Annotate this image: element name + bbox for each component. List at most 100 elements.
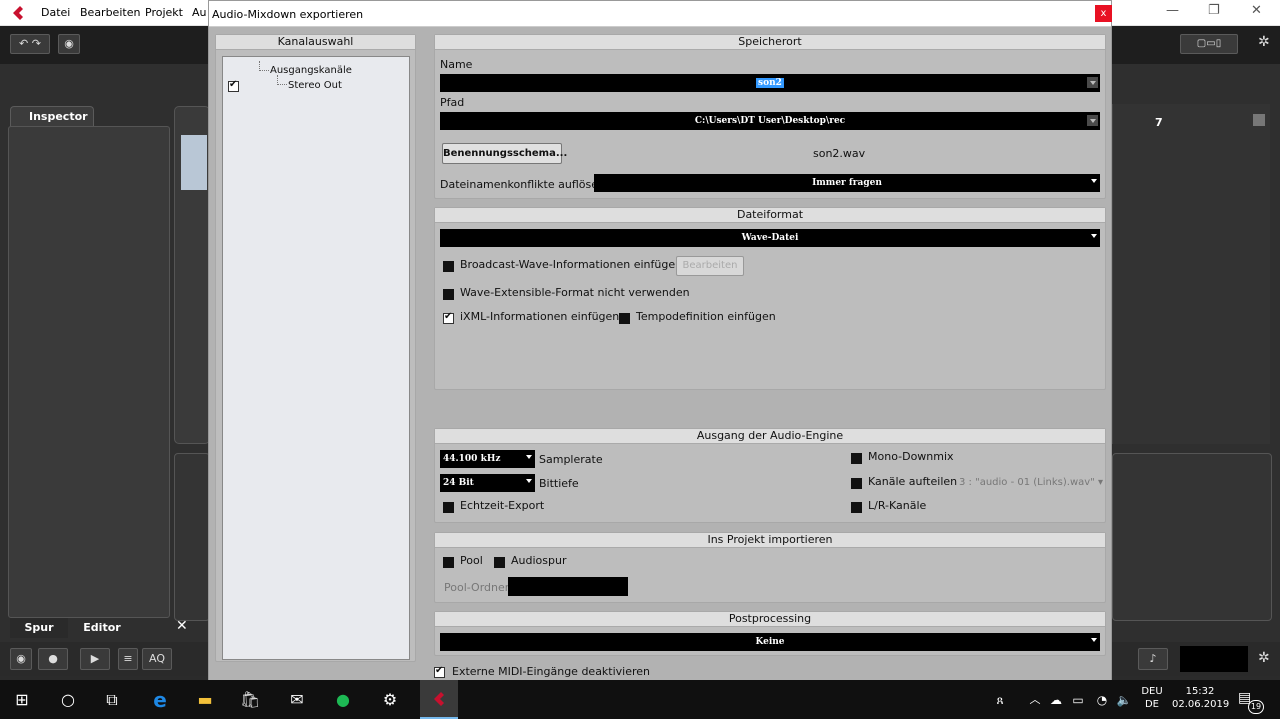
undo-redo-icon[interactable]: ↶ ↷: [10, 34, 50, 54]
track-row[interactable]: [181, 135, 207, 190]
volume-icon[interactable]: 🔈: [1114, 690, 1134, 710]
windows-start-icon[interactable]: ⊞: [12, 690, 32, 710]
battery-icon[interactable]: ▭: [1068, 690, 1088, 710]
inspector-panel: [8, 126, 170, 618]
store-icon[interactable]: 🛍: [240, 690, 260, 710]
tab-editor[interactable]: Editor: [70, 618, 134, 638]
samplerate-select[interactable]: 44.100 kHz: [440, 450, 535, 468]
gear-icon[interactable]: ✲: [1258, 34, 1270, 50]
channel-tree: Ausgangskanäle Stereo Out: [222, 56, 410, 660]
people-icon[interactable]: ጸ: [990, 690, 1010, 710]
section-header: Postprocessing: [435, 612, 1105, 627]
tree-line: [277, 75, 287, 85]
metronome-icon[interactable]: ♪: [1138, 648, 1168, 670]
postprocessing-value: Keine: [755, 637, 785, 647]
conflict-select[interactable]: Immer fragen: [594, 174, 1100, 192]
chevron-down-icon[interactable]: [1087, 77, 1098, 88]
aq-button[interactable]: AQ: [142, 648, 172, 670]
close-lower-zone-icon[interactable]: ✕: [176, 618, 188, 634]
mono-downmix-checkbox[interactable]: [851, 453, 862, 464]
midi-inputs-checkbox[interactable]: [434, 665, 445, 678]
format-select[interactable]: Wave-Datei: [440, 229, 1100, 247]
stereo-out-checkbox[interactable]: [228, 79, 239, 92]
clock-time: 15:32: [1185, 686, 1215, 697]
tree-line: [259, 61, 269, 71]
lower-zone: [174, 453, 210, 621]
audiotrack-checkbox[interactable]: [494, 557, 505, 568]
dropdown-icon[interactable]: [1253, 114, 1265, 126]
cloud-icon[interactable]: ☁: [1046, 690, 1066, 710]
dialog-close-button[interactable]: x: [1095, 5, 1112, 22]
wave-extensible-checkbox[interactable]: [443, 289, 454, 300]
channel-select-section: Kanalauswahl Ausgangskanäle Stereo Out: [215, 34, 416, 662]
tab-spur[interactable]: Spur: [10, 618, 68, 638]
task-view-icon[interactable]: ⧉: [102, 690, 122, 710]
split-channels-checkbox[interactable]: [851, 478, 862, 489]
spotify-icon[interactable]: ●: [333, 690, 353, 710]
section-header: Kanalauswahl: [216, 35, 415, 50]
settings-icon[interactable]: ⚙: [380, 690, 400, 710]
postprocessing-section: Postprocessing Keine: [434, 611, 1106, 656]
chevron-down-icon: ▾: [1097, 477, 1103, 488]
tempo-label: Tempodefinition einfügen: [636, 310, 776, 323]
quantize-icon[interactable]: ≡: [118, 648, 138, 670]
lang-top: DEU: [1141, 686, 1163, 697]
lang-bottom: DE: [1144, 699, 1160, 710]
file-explorer-icon[interactable]: ▬: [195, 690, 215, 710]
wifi-icon[interactable]: ◔: [1092, 690, 1112, 710]
ixml-checkbox[interactable]: [443, 311, 454, 324]
lr-channels-checkbox[interactable]: [851, 502, 862, 513]
minimize-button[interactable]: —: [1166, 3, 1179, 18]
conflict-value: Immer fragen: [812, 178, 882, 188]
mono-downmix-label: Mono-Downmix: [868, 450, 954, 463]
cubase-taskbar-button[interactable]: [420, 680, 458, 719]
bitdepth-select[interactable]: 24 Bit: [440, 474, 535, 492]
search-icon[interactable]: ○: [58, 690, 78, 710]
gear-icon[interactable]: ✲: [1258, 650, 1270, 666]
wave-extensible-label: Wave-Extensible-Format nicht verwenden: [460, 286, 690, 299]
menu-bearbeiten[interactable]: Bearbeiten: [80, 6, 140, 19]
import-section: Ins Projekt importieren Pool Audiospur P…: [434, 532, 1106, 603]
layout-icon[interactable]: ▢▭▯: [1180, 34, 1238, 54]
chevron-down-icon[interactable]: [1087, 115, 1098, 126]
cubase-logo-icon: [10, 5, 26, 21]
constrain-icon[interactable]: ◉: [10, 648, 32, 670]
postprocessing-select[interactable]: Keine: [440, 633, 1100, 651]
clock[interactable]: 15:32 02.06.2019: [1172, 686, 1229, 710]
split-channels-select[interactable]: 3 : "audio - 01 (Links).wav" ▾: [959, 477, 1103, 488]
mail-icon[interactable]: ✉: [287, 690, 307, 710]
menu-audio[interactable]: Au: [192, 6, 207, 19]
menu-projekt[interactable]: Projekt: [145, 6, 183, 19]
inspector-tab[interactable]: Inspector: [10, 106, 94, 128]
edge-icon[interactable]: e: [150, 690, 170, 710]
name-input[interactable]: son2: [440, 74, 1100, 92]
lr-channels-label: L/R-Kanäle: [868, 499, 927, 512]
naming-scheme-button[interactable]: Benennungsschema...: [442, 143, 567, 164]
engine-output-section: Ausgang der Audio-Engine 44.100 kHz Samp…: [434, 428, 1106, 523]
track-list: [174, 106, 210, 444]
chevron-down-icon: [1091, 179, 1097, 183]
section-header: Speicherort: [435, 35, 1105, 50]
edit-button[interactable]: Bearbeiten: [676, 256, 744, 276]
section-header: Ausgang der Audio-Engine: [435, 429, 1105, 444]
tempo-checkbox[interactable]: [619, 313, 630, 324]
tree-item-stereo-out[interactable]: Stereo Out: [288, 80, 342, 91]
constrain-icon[interactable]: ◉: [58, 34, 80, 54]
record-mode-icon[interactable]: ●: [38, 648, 68, 670]
input-language[interactable]: DEU DE: [1140, 686, 1164, 710]
select-tool-icon[interactable]: ▶: [80, 648, 110, 670]
menu-datei[interactable]: Datei: [41, 6, 70, 19]
pool-folder-label: Pool-Ordner: [444, 581, 510, 594]
broadcast-wave-checkbox[interactable]: [443, 261, 454, 272]
chevron-up-icon[interactable]: ︿: [1025, 690, 1045, 710]
file-format-section: Dateiformat Wave-Datei Broadcast-Wave-In…: [434, 207, 1106, 390]
dialog-title: Audio-Mixdown exportieren: [209, 1, 1111, 27]
path-label: Pfad: [440, 96, 465, 109]
window-close-button[interactable]: ✕: [1251, 3, 1262, 18]
maximize-button[interactable]: ❐: [1208, 3, 1220, 18]
realtime-export-checkbox[interactable]: [443, 502, 454, 513]
section-header: Ins Projekt importieren: [435, 533, 1105, 548]
path-input[interactable]: C:\Users\DT User\Desktop\rec: [440, 112, 1100, 130]
pool-checkbox[interactable]: [443, 557, 454, 568]
pool-folder-input[interactable]: [508, 577, 628, 596]
